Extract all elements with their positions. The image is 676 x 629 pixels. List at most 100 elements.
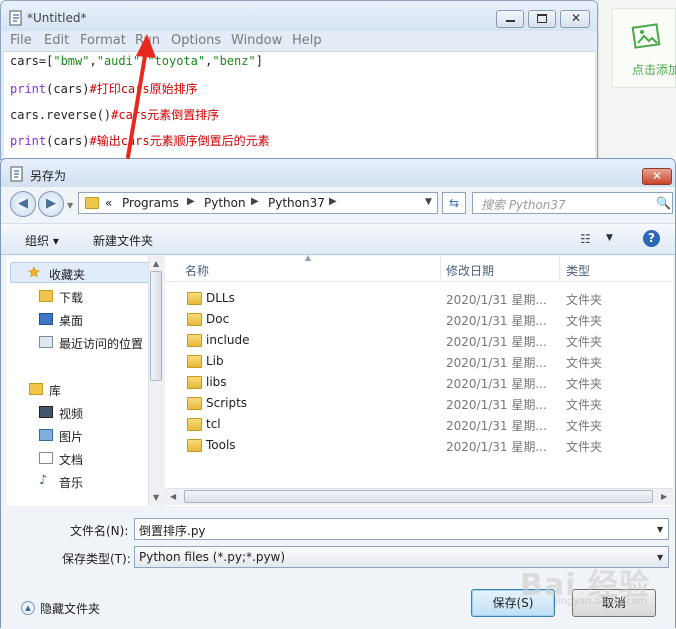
menu-format[interactable]: Format [80, 33, 126, 48]
back-button[interactable]: ◀ [10, 191, 36, 217]
window-close-button[interactable]: ✕ [560, 10, 590, 28]
forward-button[interactable]: ▶ [38, 191, 64, 217]
column-divider[interactable] [440, 256, 441, 280]
refresh-icon: ⇆ [448, 196, 460, 210]
search-input[interactable]: 搜索 Python37 [472, 192, 673, 214]
file-row[interactable]: include 2020/1/31 星期... 文件夹 [165, 330, 673, 351]
code-text: cars.reverse() [10, 108, 112, 122]
breadcrumb-chevron-icon[interactable]: ▶ [251, 196, 259, 207]
file-type: 文件夹 [566, 440, 603, 454]
idle-titlebar[interactable]: *Untitled* ✕ [1, 1, 597, 35]
menu-help[interactable]: Help [292, 33, 322, 48]
code-comment: #输出cars元素顺序倒置后的元素 [89, 134, 270, 148]
breadcrumb-overflow[interactable]: « [105, 196, 112, 210]
column-header-row: ▲ 名称 修改日期 类型 [165, 253, 673, 282]
nav-libraries[interactable]: 库 [49, 382, 61, 399]
column-date[interactable]: 修改日期 [446, 262, 494, 279]
filetype-select[interactable]: Python files (*.py;*.pyw) [134, 546, 669, 568]
refresh-button[interactable]: ⇆ [442, 192, 466, 214]
file-row[interactable]: Doc 2020/1/31 星期... 文件夹 [165, 309, 673, 330]
filetype-value: Python files (*.py;*.pyw) [139, 550, 286, 564]
nav-desktop[interactable]: 桌面 [59, 312, 83, 329]
search-placeholder: 搜索 Python37 [481, 198, 566, 212]
breadcrumb-python[interactable]: Python [204, 196, 246, 210]
nav-recent[interactable]: 最近访问的位置 [59, 335, 143, 352]
search-icon[interactable]: 🔍 [656, 196, 671, 210]
help-icon[interactable]: ? [643, 230, 660, 247]
filetype-label: 保存类型(T): [62, 552, 131, 566]
new-folder-button[interactable]: 新建文件夹 [93, 232, 153, 249]
code-line-1: cars=["bmw","audi","toyota","benz"] [10, 54, 263, 68]
file-type: 文件夹 [566, 377, 603, 391]
file-date: 2020/1/31 星期... [446, 398, 547, 412]
column-type[interactable]: 类型 [566, 262, 590, 279]
code-editor[interactable]: cars=["bmw","audi","toyota","benz"] prin… [4, 51, 595, 159]
save-button[interactable]: 保存(S) [471, 589, 555, 617]
hide-folders-toggle[interactable]: 隐藏文件夹 [40, 600, 100, 617]
downloads-folder-icon [39, 290, 53, 302]
code-keyword: print [10, 134, 47, 148]
menu-window[interactable]: Window [231, 33, 282, 48]
cancel-button[interactable]: 取消 [572, 589, 656, 617]
file-date: 2020/1/31 星期... [446, 314, 547, 328]
nav-scrollbar-thumb[interactable] [150, 271, 162, 381]
add-label[interactable]: 点击添加 [632, 61, 676, 78]
maximize-button[interactable] [528, 10, 556, 28]
nav-downloads[interactable]: 下载 [59, 289, 83, 306]
dialog-titlebar[interactable]: 另存为 ✕ [1, 159, 675, 187]
star-icon [28, 266, 40, 278]
sort-indicator-icon: ▲ [305, 253, 312, 262]
scroll-left-icon[interactable]: ◀ [170, 492, 176, 501]
collapse-up-icon[interactable]: ▲ [21, 601, 35, 615]
minimize-button[interactable] [496, 10, 524, 28]
file-row[interactable]: libs 2020/1/31 星期... 文件夹 [165, 372, 673, 393]
menu-file[interactable]: File [10, 33, 32, 48]
file-name: Tools [206, 438, 236, 452]
menu-run[interactable]: Run [135, 33, 160, 48]
folder-icon [85, 197, 99, 209]
folder-icon [187, 334, 202, 347]
breadcrumb-python37[interactable]: Python37 [268, 196, 325, 210]
scroll-down-icon[interactable]: ▼ [153, 493, 159, 502]
nav-documents[interactable]: 文档 [59, 451, 83, 468]
column-name[interactable]: 名称 [185, 262, 209, 279]
videos-icon [39, 406, 53, 418]
file-row[interactable]: Lib 2020/1/31 星期... 文件夹 [165, 351, 673, 372]
file-row[interactable]: Scripts 2020/1/31 星期... 文件夹 [165, 393, 673, 414]
file-row[interactable]: Tools 2020/1/31 星期... 文件夹 [165, 435, 673, 456]
folder-icon [187, 355, 202, 368]
recent-locations-dropdown[interactable]: ▼ [67, 201, 73, 210]
nav-favorites[interactable]: 收藏夹 [49, 266, 85, 283]
breadcrumb-chevron-icon[interactable]: ▶ [329, 196, 337, 207]
dialog-close-button[interactable]: ✕ [642, 168, 672, 185]
desktop-icon [39, 313, 53, 325]
horizontal-scrollbar-thumb[interactable] [184, 490, 653, 503]
view-dropdown-icon[interactable]: ▼ [606, 233, 613, 243]
nav-videos[interactable]: 视频 [59, 405, 83, 422]
scroll-up-icon[interactable]: ▲ [153, 259, 159, 268]
filename-dropdown-icon[interactable]: ▼ [657, 525, 663, 534]
address-bar[interactable]: « Programs ▶ Python ▶ Python37 ▶ ▼ [78, 192, 438, 214]
scroll-right-icon[interactable]: ▶ [661, 492, 667, 501]
code-string: "bmw" [53, 54, 90, 68]
code-comment: #cars元素倒置排序 [111, 108, 220, 122]
address-dropdown-icon[interactable]: ▼ [425, 197, 432, 207]
organize-button[interactable]: 组织 ▾ [25, 232, 59, 249]
filetype-dropdown-icon[interactable]: ▼ [657, 553, 663, 562]
menu-options[interactable]: Options [171, 33, 221, 48]
filename-input[interactable]: 倒置排序.py [134, 518, 669, 540]
folder-icon [187, 439, 202, 452]
view-options-icon[interactable]: ☷ [580, 232, 591, 246]
navigation-pane: 收藏夹 下载 桌面 最近访问的位置 库 视频 图片 文档 ♪ 音乐 [7, 256, 164, 506]
file-type: 文件夹 [566, 356, 603, 370]
dialog-title: 另存为 [30, 169, 67, 183]
breadcrumb-chevron-icon[interactable]: ▶ [187, 196, 195, 207]
column-divider[interactable] [559, 256, 560, 280]
nav-music[interactable]: 音乐 [59, 474, 83, 491]
file-row[interactable]: tcl 2020/1/31 星期... 文件夹 [165, 414, 673, 435]
menu-edit[interactable]: Edit [44, 33, 69, 48]
nav-pictures[interactable]: 图片 [59, 428, 83, 445]
breadcrumb-programs[interactable]: Programs [122, 196, 179, 210]
file-name: DLLs [206, 291, 235, 305]
file-row[interactable]: DLLs 2020/1/31 星期... 文件夹 [165, 288, 673, 309]
